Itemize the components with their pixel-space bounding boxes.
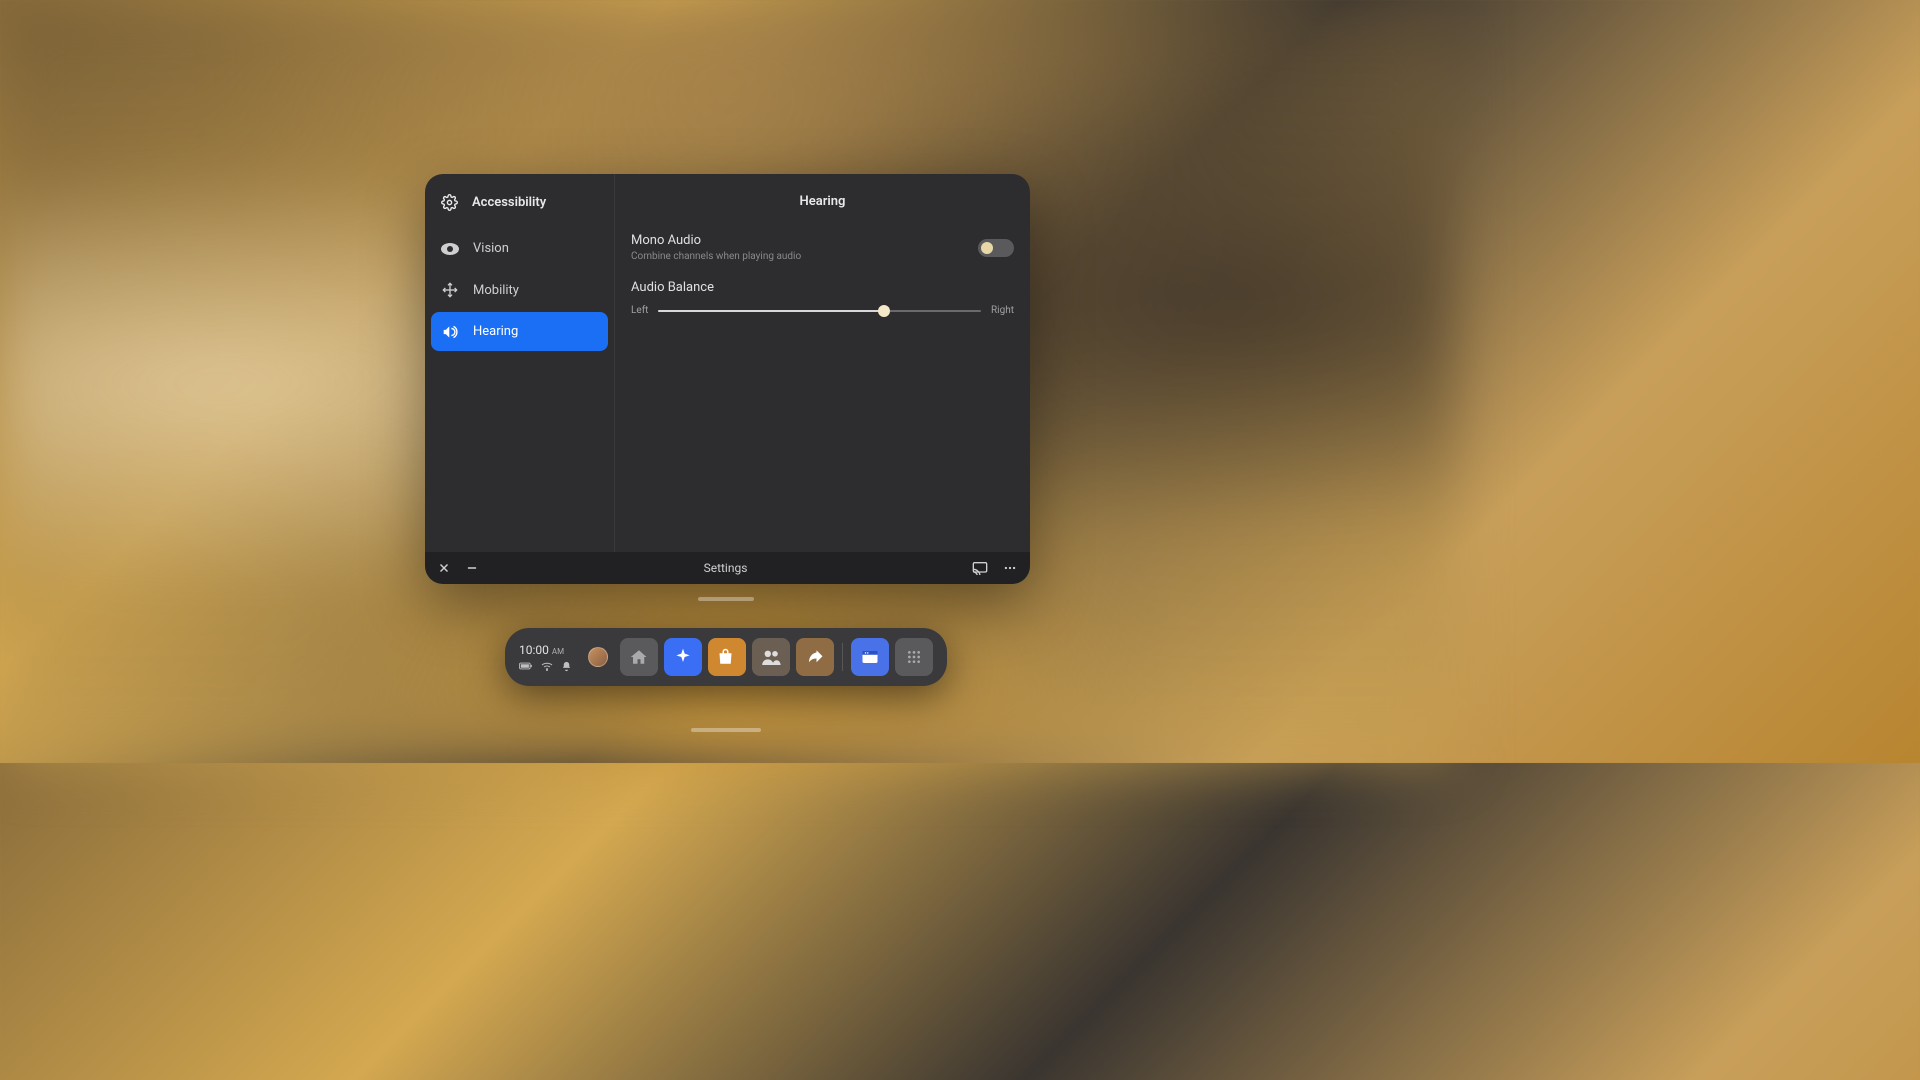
- mono-audio-text: Mono Audio Combine channels when playing…: [631, 233, 801, 262]
- content-title: Hearing: [631, 194, 1014, 209]
- user-avatar[interactable]: [588, 647, 608, 667]
- content-pane: Hearing Mono Audio Combine channels when…: [615, 174, 1030, 552]
- dock-app-people[interactable]: [752, 638, 790, 676]
- balance-right-label: Right: [991, 305, 1014, 316]
- footer-title: Settings: [493, 561, 958, 575]
- cast-icon[interactable]: [972, 561, 988, 575]
- dock-ampm: AM: [552, 647, 564, 656]
- sidebar-item-vision[interactable]: Vision: [431, 229, 608, 268]
- audio-balance-slider[interactable]: [658, 310, 981, 312]
- dock-separator: [842, 643, 843, 671]
- slider-fill: [658, 310, 884, 312]
- dock-app-explore[interactable]: [664, 638, 702, 676]
- window-footer: Settings: [425, 552, 1030, 584]
- window-body: Accessibility Vision Mobility: [425, 174, 1030, 552]
- settings-window: Accessibility Vision Mobility: [425, 174, 1030, 584]
- mono-audio-toggle[interactable]: [978, 239, 1014, 257]
- dock-drag-handle[interactable]: [691, 728, 761, 732]
- eye-icon: [441, 243, 459, 255]
- sidebar-item-label: Vision: [473, 241, 509, 256]
- dock-app-browser[interactable]: [851, 638, 889, 676]
- volume-icon: [441, 325, 459, 339]
- dock-app-store[interactable]: [708, 638, 746, 676]
- mono-audio-sublabel: Combine channels when playing audio: [631, 251, 801, 262]
- sidebar-item-label: Mobility: [473, 283, 519, 298]
- dock-status[interactable]: 10:00 AM: [519, 643, 576, 672]
- dock-app-grid[interactable]: [895, 638, 933, 676]
- minimize-button[interactable]: [465, 561, 479, 575]
- audio-balance-row: Left Right: [631, 305, 1014, 316]
- slider-handle[interactable]: [878, 305, 890, 317]
- close-button[interactable]: [437, 561, 451, 575]
- dock: 10:00 AM: [505, 628, 947, 686]
- mono-audio-label: Mono Audio: [631, 233, 801, 248]
- window-drag-handle[interactable]: [698, 597, 754, 601]
- sidebar-title: Accessibility: [472, 195, 546, 210]
- sidebar-header[interactable]: Accessibility: [431, 182, 608, 229]
- sidebar: Accessibility Vision Mobility: [425, 174, 615, 552]
- dock-time-row: 10:00 AM: [519, 643, 572, 657]
- audio-balance-label: Audio Balance: [631, 280, 1014, 295]
- move-icon: [441, 282, 459, 298]
- battery-icon: [519, 662, 533, 670]
- sidebar-item-label: Hearing: [473, 324, 518, 339]
- sidebar-item-mobility[interactable]: Mobility: [431, 270, 608, 310]
- dock-apps: [620, 638, 933, 676]
- dock-time: 10:00: [519, 643, 549, 657]
- more-icon[interactable]: [1002, 561, 1018, 575]
- wifi-icon: [541, 661, 553, 671]
- gear-icon: [441, 194, 458, 211]
- audio-balance-setting: Audio Balance Left Right: [631, 280, 1014, 316]
- footer-right: [972, 561, 1018, 575]
- toggle-knob: [981, 242, 993, 254]
- dock-app-share[interactable]: [796, 638, 834, 676]
- dock-status-icons: [519, 661, 572, 672]
- mono-audio-setting: Mono Audio Combine channels when playing…: [631, 233, 1014, 262]
- bell-icon: [561, 661, 572, 672]
- sidebar-item-hearing[interactable]: Hearing: [431, 312, 608, 351]
- balance-left-label: Left: [631, 305, 648, 316]
- dock-app-home[interactable]: [620, 638, 658, 676]
